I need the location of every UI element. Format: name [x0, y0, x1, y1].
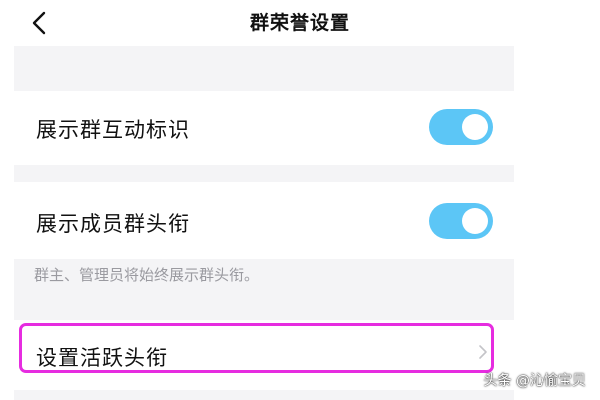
- show-member-title-label: 展示成员群头衔: [36, 212, 190, 236]
- chevron-right-icon: [479, 345, 487, 359]
- member-title-hint: 群主、管理员将始终展示群头衔。: [34, 266, 260, 284]
- show-member-title-row: 展示成员群头衔: [14, 182, 514, 259]
- set-active-title-row[interactable]: 设置活跃头衔: [14, 320, 514, 390]
- show-member-title-toggle[interactable]: [429, 203, 493, 239]
- show-interaction-badge-toggle[interactable]: [429, 109, 493, 145]
- show-interaction-badge-label: 展示群互动标识: [36, 118, 190, 142]
- page-title: 群荣誉设置: [249, 12, 350, 34]
- header: 群荣誉设置: [0, 0, 600, 46]
- toggle-knob: [462, 114, 488, 140]
- set-active-title-label: 设置活跃头衔: [36, 346, 168, 370]
- toggle-knob: [462, 208, 488, 234]
- show-interaction-badge-row: 展示群互动标识: [14, 91, 514, 165]
- watermark-text: 头条 @沁愉宝贝: [483, 373, 586, 389]
